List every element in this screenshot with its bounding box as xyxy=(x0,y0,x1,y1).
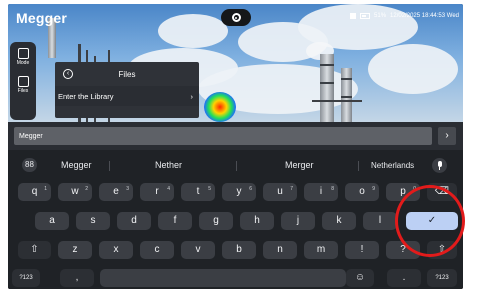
search-input[interactable]: Megger xyxy=(14,127,432,145)
shift-key[interactable]: ⇧ xyxy=(18,241,51,259)
suggestion-item[interactable]: Netherlands xyxy=(371,161,414,170)
key-h[interactable]: h xyxy=(240,212,274,230)
keyboard-menu-icon[interactable]: 88 xyxy=(22,158,37,172)
suggestion-bar: 88 Megger Nether Merger Netherlands xyxy=(8,154,463,176)
go-button[interactable]: › xyxy=(438,127,456,145)
files-panel-header: ‹ Files xyxy=(55,62,199,86)
key-c[interactable]: c xyxy=(140,241,174,259)
mode-icon xyxy=(17,48,29,59)
input-bar: Megger › xyxy=(8,122,463,150)
key-z[interactable]: z xyxy=(58,241,92,259)
key-b[interactable]: b xyxy=(222,241,256,259)
camera-toggle-button[interactable] xyxy=(221,9,251,26)
key-w[interactable]: w2 xyxy=(58,183,92,201)
rail-label-mode: Mode xyxy=(16,60,30,66)
suggestion-item[interactable]: Merger xyxy=(285,160,314,170)
space-key[interactable] xyxy=(100,269,346,287)
key-r[interactable]: r4 xyxy=(140,183,174,201)
rail-item-files[interactable]: Files xyxy=(10,76,36,94)
key-o[interactable]: o9 xyxy=(345,183,379,201)
symbols-key[interactable]: ?123 xyxy=(12,269,40,287)
symbols-key-right[interactable]: ?123 xyxy=(427,269,457,287)
device-screen: Megger 51% 12/02/2025 18:44:53 Wed Mode … xyxy=(8,4,463,289)
enter-library-item[interactable]: Enter the Library › xyxy=(55,86,199,106)
enter-library-label: Enter the Library xyxy=(58,91,114,101)
status-bar: 51% 12/02/2025 18:44:53 Wed xyxy=(350,13,459,19)
battery-level: 51% xyxy=(374,13,387,19)
files-panel-title: Files xyxy=(118,69,136,79)
suggestion-item[interactable]: Nether xyxy=(155,160,182,170)
camera-icon xyxy=(231,13,241,22)
key-exclamation[interactable]: ! xyxy=(345,241,379,259)
microphone-icon[interactable] xyxy=(432,158,447,173)
key-k[interactable]: k xyxy=(322,212,356,230)
key-u[interactable]: u7 xyxy=(263,183,297,201)
period-key[interactable]: . xyxy=(387,269,421,287)
rail-label-files: Files xyxy=(17,88,29,94)
key-a[interactable]: a xyxy=(35,212,69,230)
screen-icon xyxy=(350,13,357,19)
highlight-annotation xyxy=(395,185,465,257)
image-icon xyxy=(17,76,29,87)
key-m[interactable]: m xyxy=(304,241,338,259)
key-j[interactable]: j xyxy=(281,212,315,230)
chevron-right-icon: › xyxy=(190,91,194,101)
key-i[interactable]: i8 xyxy=(304,183,338,201)
back-icon[interactable]: ‹ xyxy=(63,69,73,79)
rail-item-mode[interactable]: Mode xyxy=(10,48,36,66)
key-g[interactable]: g xyxy=(199,212,233,230)
battery-icon xyxy=(360,13,371,19)
emoji-icon[interactable]: ☺ xyxy=(346,269,374,287)
key-x[interactable]: x xyxy=(99,241,133,259)
megger-logo: Megger xyxy=(16,10,67,26)
key-n[interactable]: n xyxy=(263,241,297,259)
files-panel: ‹ Files Enter the Library › xyxy=(55,62,199,118)
comma-key[interactable]: , xyxy=(60,269,94,287)
key-d[interactable]: d xyxy=(117,212,151,230)
left-rail: Mode Files xyxy=(10,42,36,120)
key-s[interactable]: s xyxy=(76,212,110,230)
key-f[interactable]: f xyxy=(158,212,192,230)
suggestion-item[interactable]: Megger xyxy=(61,160,92,170)
key-y[interactable]: y6 xyxy=(222,183,256,201)
key-e[interactable]: e3 xyxy=(99,183,133,201)
thermal-hotspot xyxy=(204,92,236,122)
key-t[interactable]: t5 xyxy=(181,183,215,201)
status-datetime: 12/02/2025 18:44:53 Wed xyxy=(390,13,459,19)
key-l[interactable]: l xyxy=(363,212,397,230)
key-q[interactable]: q1 xyxy=(18,183,51,201)
key-v[interactable]: v xyxy=(181,241,215,259)
